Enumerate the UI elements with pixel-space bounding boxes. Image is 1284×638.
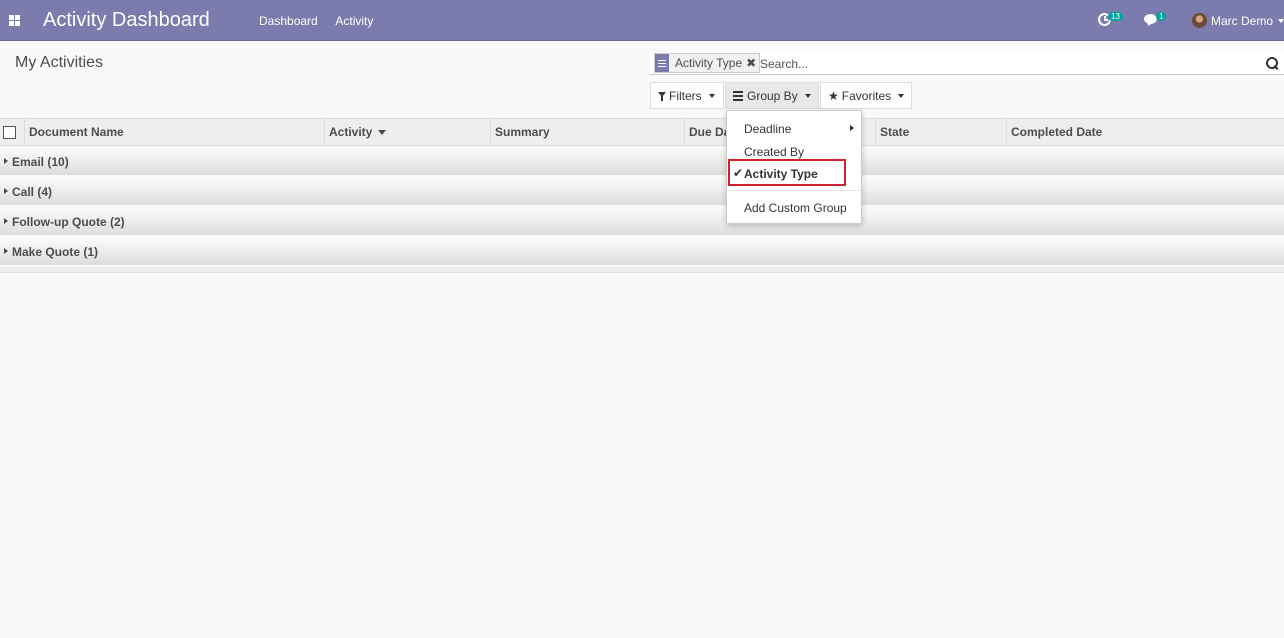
list-icon — [733, 90, 743, 101]
caret-right-icon — [4, 218, 8, 224]
group-by-dropdown: Deadline Created By ✔ Activity Type Add … — [726, 110, 862, 224]
message-count-badge: 1 — [1156, 12, 1167, 21]
user-menu-name[interactable]: Marc Demo — [1211, 14, 1273, 28]
app-title: Activity Dashboard — [43, 9, 210, 31]
avatar[interactable] — [1192, 13, 1207, 28]
select-all-checkbox[interactable] — [3, 126, 16, 139]
column-activity-label: Activity — [329, 125, 373, 139]
groupby-option-deadline[interactable]: Deadline — [744, 122, 791, 136]
column-state[interactable]: State — [875, 119, 1006, 145]
caret-right-icon — [850, 125, 854, 131]
search-input[interactable] — [760, 55, 1250, 73]
chevron-down-icon[interactable] — [1278, 19, 1284, 23]
filter-icon — [658, 92, 666, 101]
list-header: Document Name Activity Summary Due Date … — [0, 118, 1284, 146]
group-by-label: Group By — [747, 88, 798, 103]
add-custom-group[interactable]: Add Custom Group — [744, 201, 847, 215]
search-facet: Activity Type ✖ — [654, 53, 761, 73]
group-label: Make Quote (1) — [12, 245, 99, 259]
facet-remove-icon[interactable]: ✖ — [746, 56, 759, 70]
column-activity[interactable]: Activity — [324, 119, 490, 145]
search-bar: Activity Type ✖ — [650, 52, 1284, 75]
filters-label: Filters — [669, 88, 702, 103]
facet-value: Activity Type — [675, 56, 743, 70]
caret-right-icon — [4, 188, 8, 194]
apps-menu-icon[interactable] — [9, 15, 20, 26]
menu-item-activity[interactable]: Activity — [335, 14, 373, 28]
group-label: Follow-up Quote (2) — [12, 215, 125, 229]
caret-right-icon — [4, 158, 8, 164]
filters-button[interactable]: Filters — [650, 82, 724, 109]
groupby-option-activity-type[interactable]: Activity Type — [744, 167, 818, 181]
menu-item-dashboard[interactable]: Dashboard — [259, 14, 318, 28]
group-label: Email (10) — [12, 155, 69, 169]
group-row-make-quote[interactable]: Make Quote (1) — [0, 237, 1284, 265]
search-icon[interactable] — [1266, 57, 1278, 69]
group-label: Call (4) — [12, 185, 53, 199]
group-by-button[interactable]: Group By — [725, 82, 819, 109]
main-menu: Dashboard Activity — [259, 14, 388, 28]
group-row-email[interactable]: Email (10) — [0, 147, 1284, 175]
breadcrumb: My Activities — [15, 54, 104, 71]
column-completed-date[interactable]: Completed Date — [1006, 119, 1284, 145]
sort-desc-icon — [378, 130, 387, 136]
top-navbar: Activity Dashboard Dashboard Activity 13… — [0, 0, 1284, 41]
group-by-facet-icon — [655, 54, 669, 72]
activity-count-badge: 13 — [1108, 12, 1123, 21]
caret-down-icon — [804, 93, 811, 98]
column-summary[interactable]: Summary — [490, 119, 684, 145]
group-row-call[interactable]: Call (4) — [0, 177, 1284, 205]
dropdown-divider — [727, 190, 861, 191]
groupby-option-created-by[interactable]: Created By — [744, 145, 804, 159]
caret-down-icon — [898, 93, 905, 98]
star-icon: ★ — [828, 88, 839, 103]
favorites-button[interactable]: ★ Favorites — [820, 82, 912, 109]
column-document-name[interactable]: Document Name — [24, 119, 324, 145]
group-row-follow-up-quote[interactable]: Follow-up Quote (2) — [0, 207, 1284, 235]
caret-right-icon — [4, 248, 8, 254]
list-footer — [0, 267, 1284, 273]
favorites-label: Favorites — [841, 88, 892, 103]
caret-down-icon — [708, 93, 715, 98]
check-icon: ✔ — [733, 166, 744, 180]
